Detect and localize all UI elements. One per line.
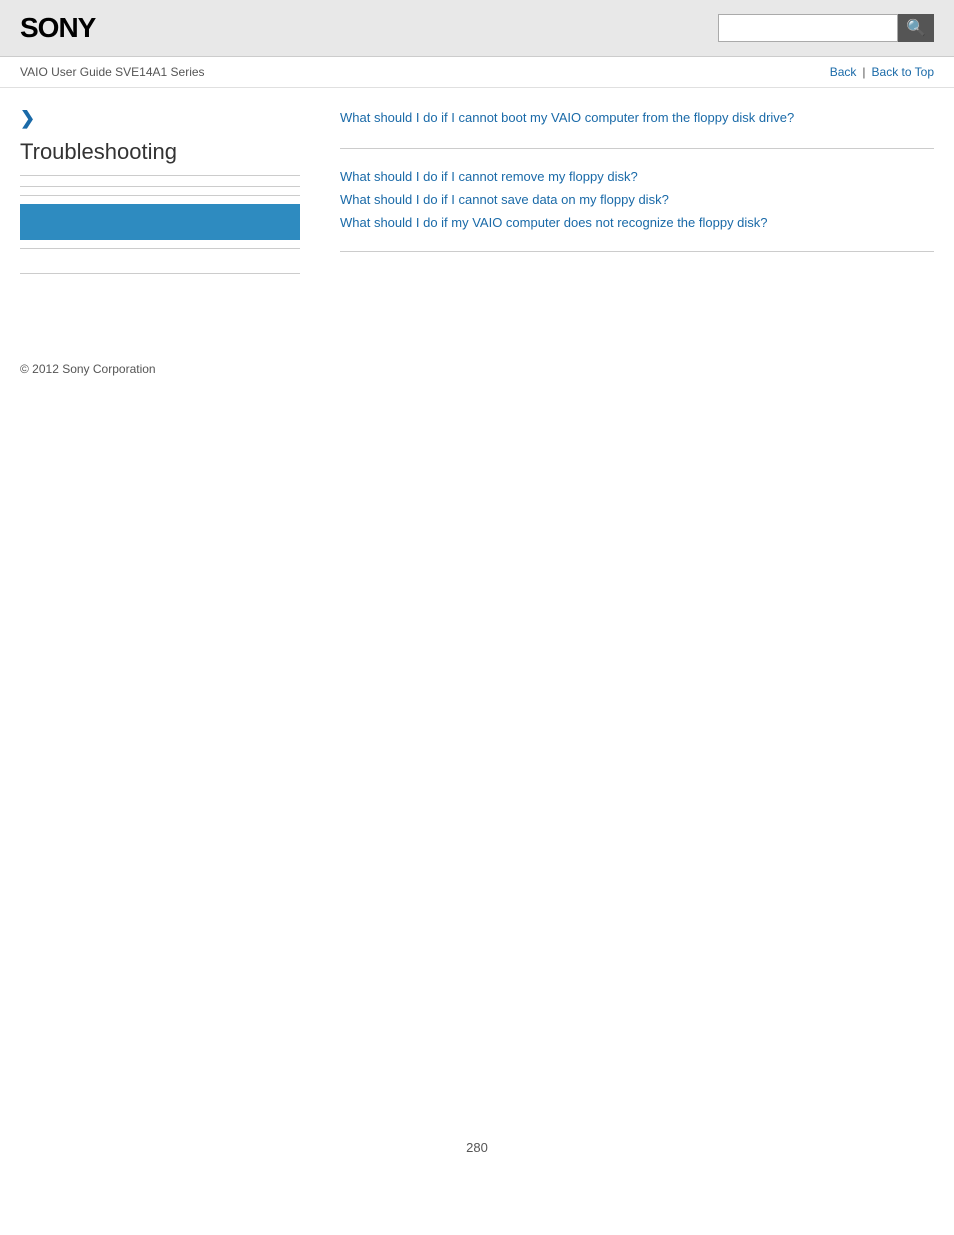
breadcrumb-bar: VAIO User Guide SVE14A1 Series Back | Ba… [0,57,954,88]
content-section-secondary: What should I do if I cannot remove my f… [340,165,934,252]
content-section-primary: What should I do if I cannot boot my VAI… [340,108,934,149]
search-area: 🔍 [718,14,934,42]
sidebar: ❯ Troubleshooting [20,108,320,282]
guide-title: VAIO User Guide SVE14A1 Series [20,65,205,79]
nav-separator: | [862,65,865,79]
secondary-link-3[interactable]: What should I do if my VAIO computer doe… [340,211,934,234]
sidebar-title: Troubleshooting [20,139,300,176]
sidebar-divider-4 [20,273,300,274]
sidebar-divider-3 [20,248,300,249]
primary-link[interactable]: What should I do if I cannot boot my VAI… [340,108,934,128]
main-content: ❯ Troubleshooting What should I do if I … [0,88,954,302]
sony-logo: SONY [20,12,95,44]
sidebar-chevron[interactable]: ❯ [20,108,300,129]
secondary-link-1[interactable]: What should I do if I cannot remove my f… [340,165,934,188]
sidebar-highlight[interactable] [20,204,300,240]
back-to-top-link[interactable]: Back to Top [872,65,934,79]
search-button[interactable]: 🔍 [898,14,934,42]
page-number: 280 [466,1120,488,1175]
sidebar-divider-2 [20,195,300,196]
sidebar-divider-1 [20,186,300,187]
footer: © 2012 Sony Corporation [0,342,954,396]
content-area: What should I do if I cannot boot my VAI… [320,108,934,282]
copyright: © 2012 Sony Corporation [20,362,156,376]
search-input[interactable] [718,14,898,42]
header: SONY 🔍 [0,0,954,57]
search-icon: 🔍 [906,18,926,38]
back-link[interactable]: Back [830,65,857,79]
nav-links: Back | Back to Top [830,65,934,79]
secondary-link-2[interactable]: What should I do if I cannot save data o… [340,188,934,211]
